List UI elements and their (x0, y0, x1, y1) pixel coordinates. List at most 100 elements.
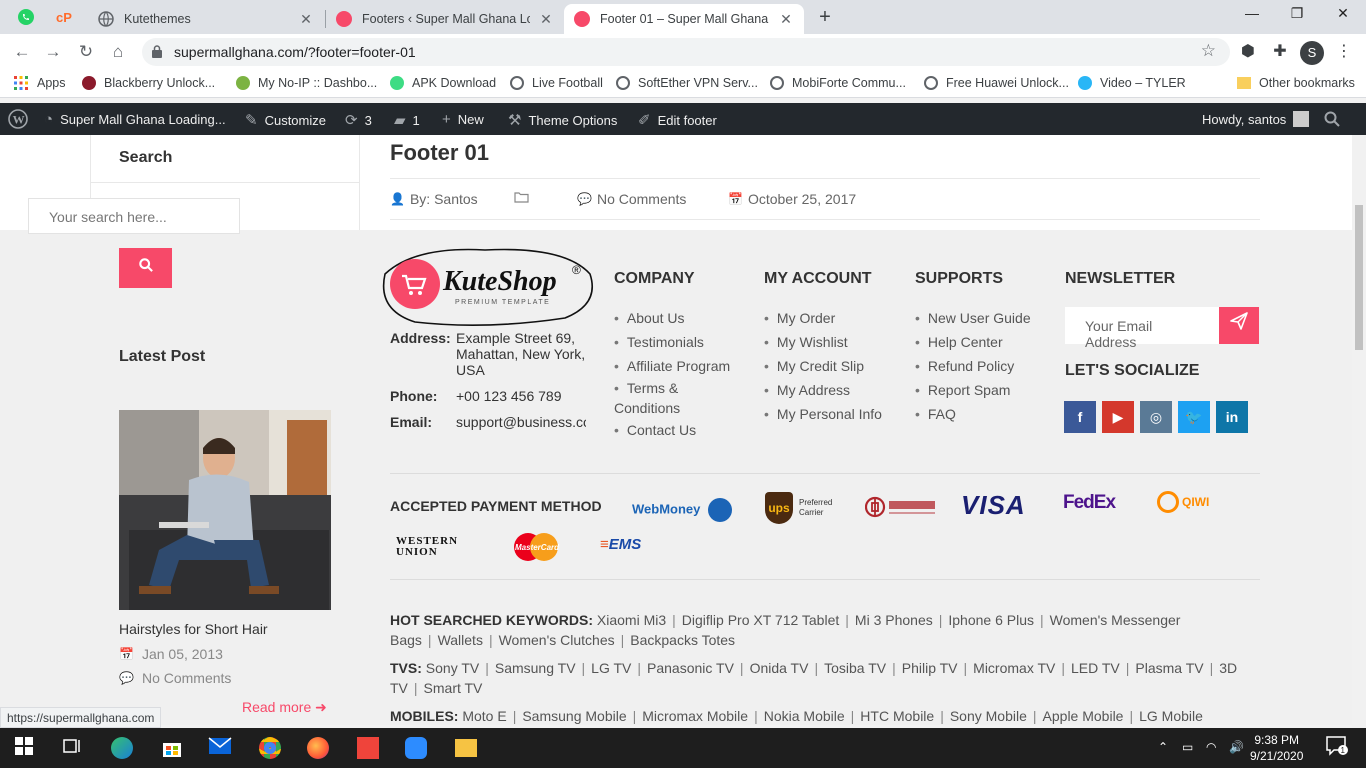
post-comments[interactable]: 💬 No Comments (577, 191, 686, 207)
admin-comments[interactable]: ▰ 1 (394, 111, 420, 129)
volume-icon[interactable]: 🔊 (1229, 740, 1244, 754)
wordpress-logo-icon[interactable]: W (8, 109, 28, 129)
minimize-button[interactable]: — (1241, 5, 1263, 21)
bookmark-huawei[interactable]: Free Huawei Unlock... (924, 76, 1069, 90)
wifi-icon[interactable]: ◠ (1206, 740, 1216, 754)
edge-icon[interactable] (110, 737, 134, 759)
admin-theme-options[interactable]: ⚒ Theme Options (508, 111, 617, 129)
bookmark-apps[interactable]: Apps (14, 76, 66, 90)
file-explorer-icon[interactable] (454, 737, 478, 759)
latest-post-link[interactable]: Hairstyles for Short Hair (119, 621, 268, 637)
keyword-link[interactable]: Samsung TV (495, 660, 576, 676)
youtube-icon[interactable]: ▶ (1102, 401, 1134, 433)
keyword-link[interactable]: Moto E (462, 708, 506, 724)
latest-post-comments[interactable]: 💬 No Comments (119, 670, 231, 686)
footer-link-my-order[interactable]: My Order (764, 306, 882, 330)
keyword-link[interactable]: Micromax Mobile (642, 708, 748, 724)
footer-link-credit-slip[interactable]: My Credit Slip (764, 354, 882, 378)
scrollbar-thumb[interactable] (1355, 205, 1363, 350)
keyword-link[interactable]: Smart TV (424, 680, 483, 696)
keyword-link[interactable]: Wallets (438, 632, 483, 648)
keyword-link[interactable]: Iphone 6 Plus (948, 612, 1034, 628)
restore-button[interactable]: ❐ (1286, 5, 1308, 22)
task-view-icon[interactable] (60, 737, 84, 759)
anydesk-icon[interactable] (356, 737, 380, 759)
footer-link-contact-us[interactable]: Contact Us (614, 418, 744, 442)
close-tab-icon[interactable]: ✕ (778, 11, 794, 28)
read-more-link[interactable]: Read more ➜ (242, 699, 327, 716)
keyword-link[interactable]: Sony Mobile (950, 708, 1027, 724)
sidebar-search-input[interactable]: Your search here... (28, 198, 240, 234)
battery-icon[interactable]: ▭ (1182, 740, 1193, 754)
keyword-link[interactable]: Xiaomi Mi3 (597, 612, 666, 628)
keyword-link[interactable]: LED TV (1071, 660, 1120, 676)
footer-link-testimonials[interactable]: Testimonials (614, 330, 744, 354)
address-bar[interactable]: supermallghana.com/?footer=footer-01 ☆ (142, 38, 1230, 66)
reload-button[interactable]: ↻ (74, 40, 98, 64)
keyword-link[interactable]: Samsung Mobile (522, 708, 626, 724)
facebook-icon[interactable]: f (1064, 401, 1096, 433)
keyword-link[interactable]: Sony TV (426, 660, 479, 676)
twitter-icon[interactable]: 🐦 (1178, 401, 1210, 433)
footer-link-affiliate[interactable]: Affiliate Program (614, 354, 744, 378)
footer-link-terms[interactable]: Terms & Conditions (614, 378, 744, 418)
bookmark-live-football[interactable]: Live Football (510, 76, 603, 90)
instagram-icon[interactable]: ◎ (1140, 401, 1172, 433)
bookmark-other[interactable]: Other bookmarks (1237, 76, 1355, 90)
keyword-link[interactable]: Backpacks Totes (630, 632, 735, 648)
admin-search-icon[interactable] (1324, 111, 1340, 127)
extensions-puzzle-icon[interactable]: ✚ (1270, 42, 1290, 62)
firefox-icon[interactable] (306, 737, 330, 759)
keyword-link[interactable]: Apple Mobile (1043, 708, 1124, 724)
latest-post-thumbnail[interactable] (119, 410, 331, 610)
close-tab-icon[interactable]: ✕ (538, 11, 554, 28)
bookmark-noip[interactable]: My No-IP :: Dashbo... (236, 76, 377, 90)
tab-footers[interactable]: Footers ‹ Super Mall Ghana Loadi ✕ (326, 4, 564, 34)
admin-customize[interactable]: ✎ Customize (245, 111, 326, 129)
tab-footer-01[interactable]: Footer 01 – Super Mall Ghana Lo ✕ (564, 4, 804, 34)
keyword-link[interactable]: HTC Mobile (860, 708, 934, 724)
keyword-link[interactable]: Micromax TV (973, 660, 1055, 676)
footer-link-personal-info[interactable]: My Personal Info (764, 402, 882, 426)
newsletter-submit-button[interactable] (1219, 307, 1259, 344)
footer-link-user-guide[interactable]: New User Guide (915, 306, 1031, 330)
keyword-link[interactable]: Plasma TV (1135, 660, 1203, 676)
store-icon[interactable] (160, 737, 184, 759)
zoom-icon[interactable] (404, 737, 428, 759)
keyword-link[interactable]: Mi 3 Phones (855, 612, 933, 628)
forward-button[interactable]: → (41, 40, 65, 64)
profile-avatar[interactable]: S (1300, 41, 1324, 65)
keyword-link[interactable]: Women's Clutches (499, 632, 615, 648)
tab-kutethemes[interactable]: Kutethemes ✕ (88, 4, 324, 34)
notifications-icon[interactable]: 1 (1326, 736, 1348, 759)
keyword-link[interactable]: Tosiba TV (824, 660, 886, 676)
admin-new[interactable]: + New (442, 111, 484, 128)
taskbar-clock[interactable]: 9:38 PM 9/21/2020 (1250, 732, 1303, 764)
chrome-taskbar-icon[interactable] (258, 737, 282, 759)
bookmark-apk[interactable]: APK Download (390, 76, 496, 90)
admin-edit-footer[interactable]: ✐ Edit footer (638, 111, 717, 129)
footer-link-faq[interactable]: FAQ (915, 402, 1031, 426)
menu-kebab-icon[interactable]: ⋮ (1334, 42, 1354, 62)
admin-site-name[interactable]: ◔ Super Mall Ghana Loading... (44, 111, 226, 128)
keyword-link[interactable]: Onida TV (750, 660, 809, 676)
new-tab-button[interactable]: + (814, 6, 836, 28)
bookmark-softether[interactable]: SoftEther VPN Serv... (616, 76, 758, 90)
keyword-link[interactable]: LG TV (591, 660, 631, 676)
mail-icon[interactable] (208, 737, 232, 759)
bookmark-blackberry[interactable]: Blackberry Unlock... (82, 76, 215, 90)
kuteshop-logo[interactable]: KuteShop ® PREMIUM TEMPLATE (375, 244, 595, 326)
close-window-button[interactable]: ✕ (1332, 5, 1354, 22)
post-author[interactable]: 👤 By: Santos (390, 191, 478, 207)
email-value[interactable]: support@business.com (456, 414, 586, 430)
bookmark-star-icon[interactable]: ☆ (1201, 41, 1216, 61)
keyword-link[interactable]: Nokia Mobile (764, 708, 845, 724)
bookmark-mobiforte[interactable]: MobiForte Commu... (770, 76, 906, 90)
keyword-link[interactable]: Panasonic TV (647, 660, 734, 676)
windows-start-icon[interactable] (12, 737, 36, 759)
bookmark-video-tyler[interactable]: Video – TYLER (1078, 76, 1186, 90)
cpanel-pinned-tab[interactable]: cP (54, 6, 76, 28)
keyword-link[interactable]: Philip TV (902, 660, 958, 676)
footer-link-my-wishlist[interactable]: My Wishlist (764, 330, 882, 354)
footer-link-help-center[interactable]: Help Center (915, 330, 1031, 354)
